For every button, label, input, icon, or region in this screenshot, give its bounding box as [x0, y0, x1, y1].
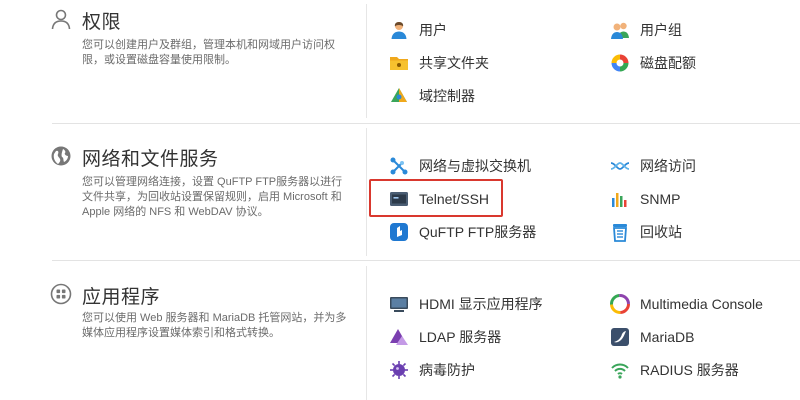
- column-divider: [366, 128, 367, 256]
- mariadb-icon: [611, 328, 629, 346]
- item-label: 域控制器: [419, 88, 475, 104]
- item-multimedia-console[interactable]: Multimedia Console: [610, 292, 763, 316]
- item-label: RADIUS 服务器: [640, 362, 739, 378]
- ldap-server-icon: [390, 329, 408, 345]
- item-mariadb[interactable]: MariaDB: [610, 325, 694, 349]
- snmp-chart-icon: [612, 193, 627, 207]
- item-label: 用户: [419, 22, 447, 38]
- item-snmp[interactable]: SNMP: [610, 187, 680, 211]
- section-description: 您可以创建用户及群组，管理本机和网域用户访问权限，或设置磁盘容量使用限制。: [82, 39, 335, 66]
- network-access-icon: [610, 162, 630, 170]
- item-radius-server[interactable]: RADIUS 服务器: [610, 358, 739, 382]
- item-user-groups[interactable]: 用户组: [610, 18, 682, 42]
- item-label: 磁盘配额: [640, 55, 696, 71]
- section-title: 应用程序: [82, 287, 161, 308]
- item-label: 用户组: [640, 22, 682, 38]
- item-antivirus[interactable]: 病毒防护: [389, 358, 475, 382]
- item-network-access[interactable]: 网络访问: [610, 154, 696, 178]
- item-hdmi-display-app[interactable]: HDMI 显示应用程序: [389, 292, 543, 316]
- item-label: Multimedia Console: [640, 296, 763, 312]
- globe-icon: [51, 146, 71, 166]
- item-label: LDAP 服务器: [419, 329, 502, 345]
- column-divider: [366, 266, 367, 400]
- apps-grid-icon: [50, 283, 72, 305]
- section-title: 网络和文件服务: [82, 149, 219, 170]
- section-network-file-services: 网络和文件服务 您可以管理网络连接，设置 QuFTP FTP服务器以进行文件共享…: [0, 124, 800, 260]
- section-permissions: 权限 您可以创建用户及群组，管理本机和网域用户访问权限，或设置磁盘容量使用限制。…: [0, 0, 800, 123]
- item-label: HDMI 显示应用程序: [419, 296, 543, 312]
- domain-controller-icon: [391, 88, 407, 102]
- network-switch-icon: [390, 157, 408, 175]
- section-description: 您可以管理网络连接，设置 QuFTP FTP服务器以进行文件共享，为回收站设置保…: [82, 176, 343, 218]
- section-title: 权限: [82, 12, 122, 33]
- multimedia-console-icon: [610, 294, 630, 314]
- section-applications: 应用程序 您可以使用 Web 服务器和 MariaDB 托管网站，并为多媒体应用…: [0, 261, 800, 400]
- item-label: 回收站: [640, 224, 682, 240]
- item-network-virtual-switch[interactable]: 网络与虚拟交换机: [389, 154, 531, 178]
- item-users[interactable]: 用户: [389, 18, 447, 42]
- user-outline-icon: [51, 9, 71, 30]
- item-label: 网络与虚拟交换机: [419, 158, 531, 174]
- section-description: 您可以使用 Web 服务器和 MariaDB 托管网站，并为多媒体应用程序设置媒…: [82, 312, 347, 339]
- disk-quota-icon: [611, 54, 629, 72]
- shared-folder-icon: [390, 57, 408, 70]
- item-label: 共享文件夹: [419, 55, 489, 71]
- item-disk-quota[interactable]: 磁盘配额: [610, 51, 696, 75]
- item-label: Telnet/SSH: [419, 191, 490, 207]
- item-domain-controller[interactable]: 域控制器: [389, 84, 475, 108]
- user-group-icon: [611, 22, 629, 39]
- column-divider: [366, 4, 367, 118]
- hdmi-display-icon: [390, 297, 408, 312]
- item-label: MariaDB: [640, 329, 695, 345]
- item-label: SNMP: [640, 191, 681, 207]
- ftp-server-icon: [390, 223, 408, 241]
- user-icon: [391, 22, 407, 39]
- item-recycle-bin[interactable]: 回收站: [610, 220, 682, 244]
- item-telnet-ssh[interactable]: Telnet/SSH: [389, 187, 489, 211]
- item-label: 病毒防护: [419, 362, 475, 378]
- item-shared-folders[interactable]: 共享文件夹: [389, 51, 489, 75]
- recycle-bin-icon: [613, 224, 627, 242]
- item-label: 网络访问: [640, 158, 696, 174]
- terminal-icon: [390, 192, 408, 206]
- item-label: QuFTP FTP服务器: [419, 224, 537, 240]
- item-ldap-server[interactable]: LDAP 服务器: [389, 325, 501, 349]
- item-quftp-server[interactable]: QuFTP FTP服务器: [389, 220, 536, 244]
- antivirus-icon: [390, 361, 408, 379]
- radius-server-icon: [611, 363, 629, 379]
